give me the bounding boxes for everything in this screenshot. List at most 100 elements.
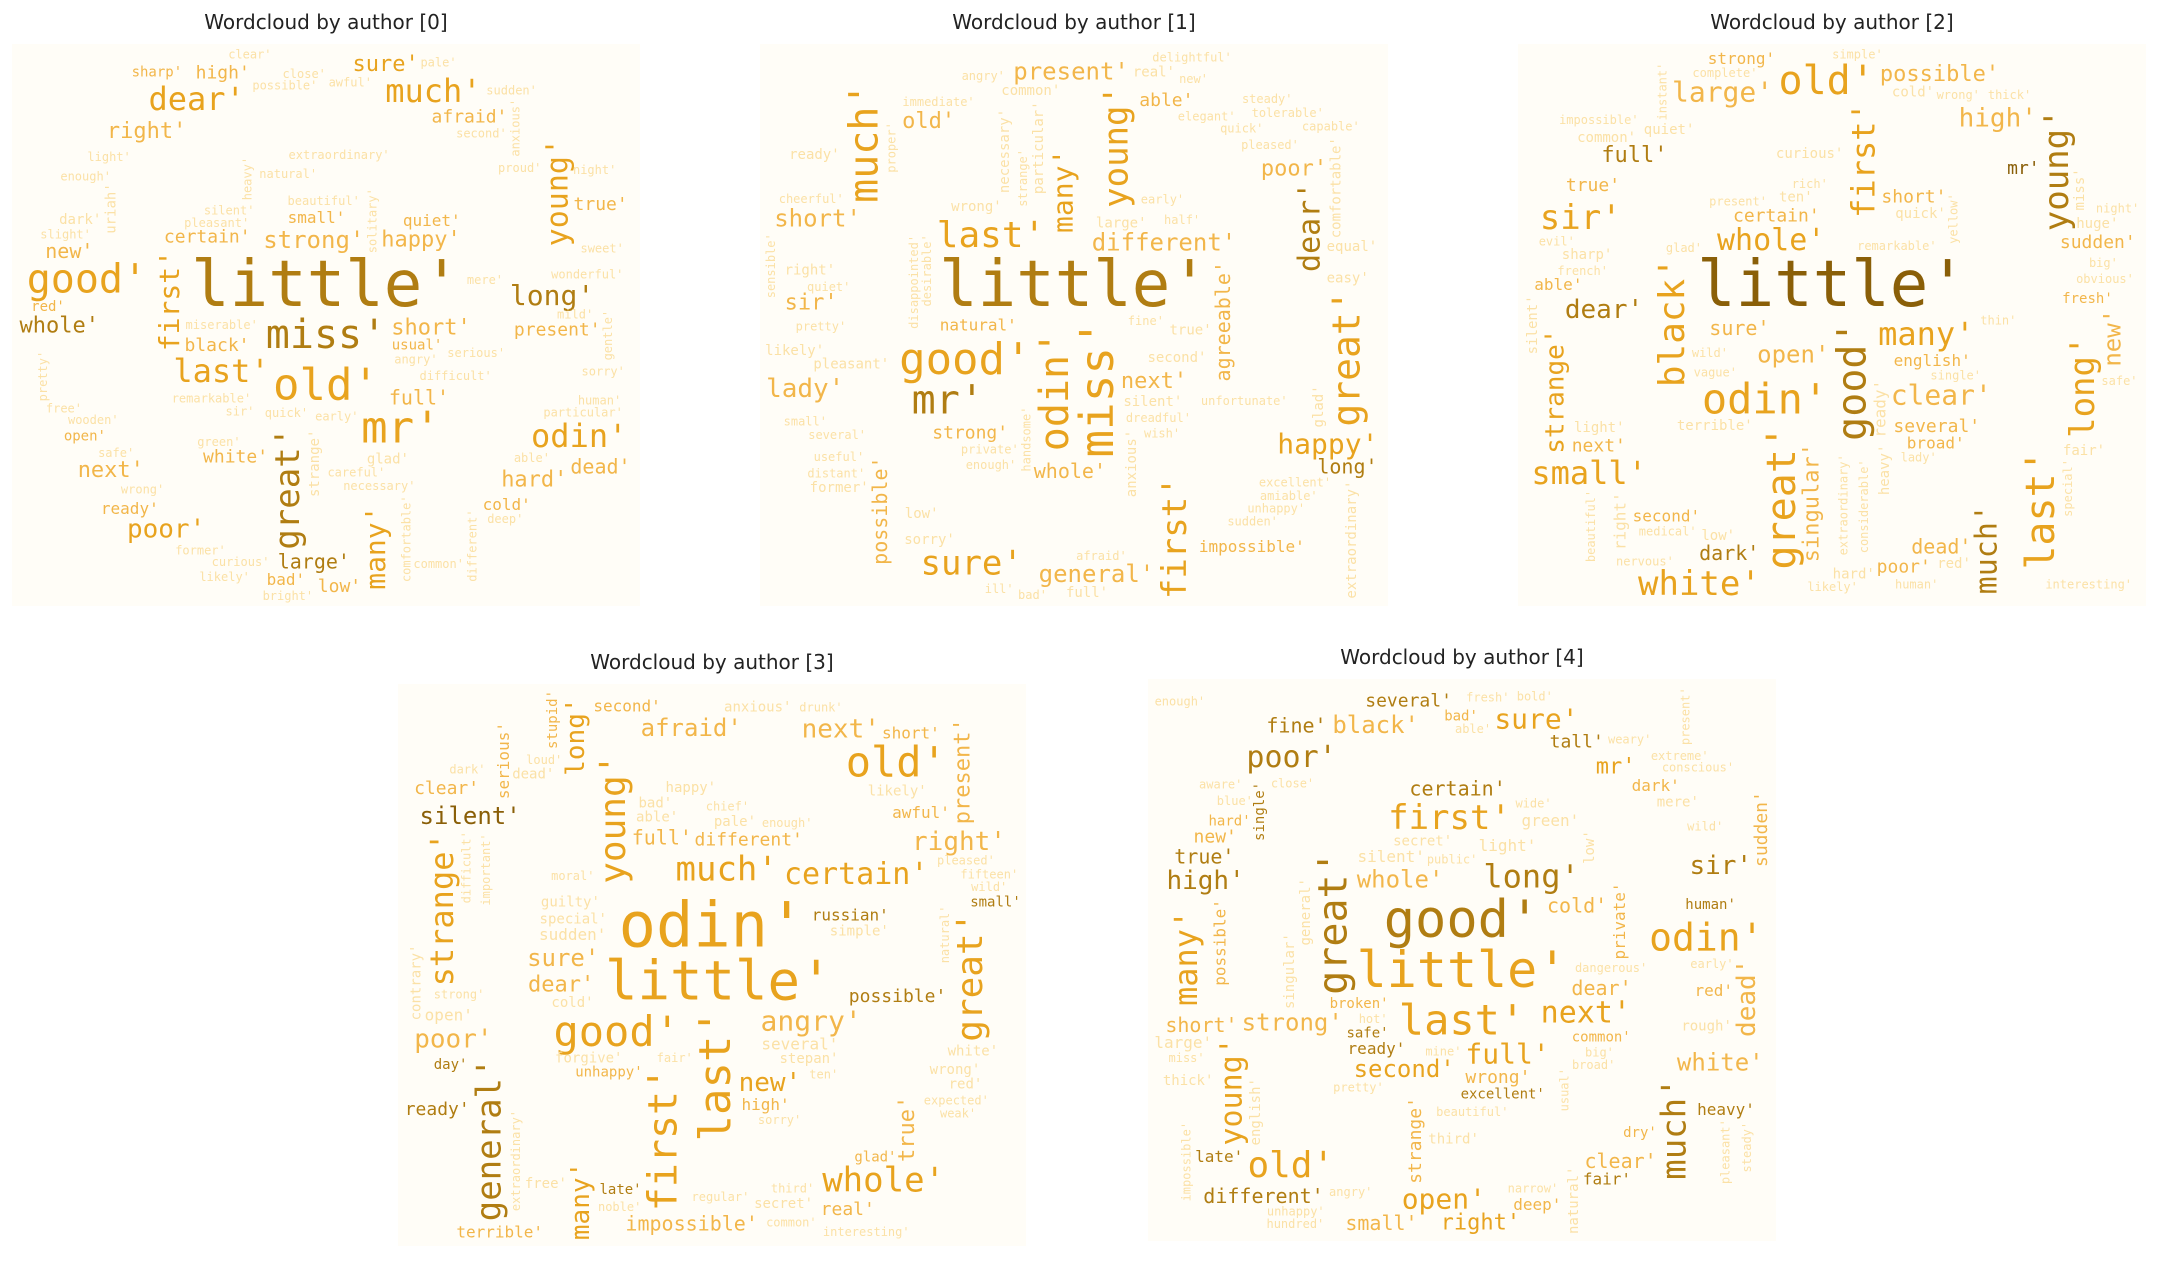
panel-title: Wordcloud by author [4] bbox=[1340, 645, 1584, 669]
panel-title: Wordcloud by author [1] bbox=[952, 10, 1196, 34]
wordcloud-word: natural' bbox=[938, 906, 952, 964]
wordcloud-word: mere' bbox=[1657, 794, 1699, 810]
wordcloud-word: extraordinary' bbox=[289, 148, 390, 162]
wordcloud-word: white' bbox=[948, 1044, 999, 1060]
wordcloud-word: extraordinary' bbox=[1836, 454, 1850, 555]
wordcloud-word: instant' bbox=[1655, 63, 1669, 121]
wordcloud-word: complete' bbox=[1692, 66, 1757, 80]
wordcloud-word: possible' bbox=[849, 986, 947, 1007]
wordcloud-word: next' bbox=[1572, 436, 1626, 457]
wordcloud-word: singular' bbox=[1799, 443, 1824, 562]
wordcloud-word: long' bbox=[561, 697, 591, 775]
wordcloud-word: likely' bbox=[199, 570, 250, 584]
wordcloud-word: miss' bbox=[1169, 1051, 1205, 1065]
wordcloud-word: wrong' bbox=[951, 199, 1002, 215]
wordcloud-word: dark' bbox=[449, 763, 485, 777]
wordcloud-word: full' bbox=[632, 825, 692, 849]
wordcloud-word: last' bbox=[2018, 449, 2064, 569]
wordcloud-word: anxious' bbox=[1124, 430, 1140, 497]
wordcloud-word: narrow' bbox=[1508, 1182, 1559, 1196]
wordcloud-word: former' bbox=[810, 480, 869, 496]
wordcloud-word: high' bbox=[1959, 104, 2037, 134]
wordcloud-word: private' bbox=[961, 443, 1019, 457]
wordcloud-word: dead' bbox=[1732, 959, 1762, 1037]
wordcloud-word: sure' bbox=[353, 52, 419, 77]
wordcloud-word: clear' bbox=[228, 47, 271, 61]
wordcloud-word: light' bbox=[1574, 420, 1625, 436]
wordcloud-word: contrary' bbox=[409, 945, 425, 1021]
wordcloud-word: second' bbox=[1147, 350, 1206, 366]
wordcloud-word: sudden' bbox=[1227, 514, 1278, 528]
wordcloud-word: second' bbox=[593, 696, 660, 715]
wordcloud-word: good' bbox=[553, 1007, 679, 1056]
wordcloud-word: next' bbox=[802, 714, 880, 744]
wordcloud-word: young' bbox=[1097, 85, 1137, 208]
wordcloud-word: dear' bbox=[528, 972, 594, 997]
wordcloud-word: sure' bbox=[527, 944, 599, 972]
wordcloud-word: human' bbox=[1685, 897, 1736, 913]
wordcloud-word: quick' bbox=[1895, 206, 1946, 222]
panel-title: Wordcloud by author [0] bbox=[204, 10, 448, 34]
wordcloud-word: black' bbox=[1652, 257, 1693, 387]
wordcloud-word: ten' bbox=[1779, 190, 1813, 206]
panel-title: Wordcloud by author [2] bbox=[1710, 10, 1954, 34]
wordcloud-word: evil' bbox=[1539, 234, 1575, 248]
wordcloud-word: light' bbox=[87, 150, 130, 164]
wordcloud-word: true' bbox=[895, 1096, 920, 1162]
wordcloud-word: impossible' bbox=[625, 1212, 757, 1236]
wordcloud-word: ready' bbox=[1348, 1039, 1406, 1058]
wordcloud-word: wonderful' bbox=[551, 267, 623, 281]
wordcloud-word: wide' bbox=[1515, 796, 1551, 810]
wordcloud-word: small' bbox=[970, 894, 1021, 910]
wordcloud-word: young' bbox=[541, 138, 576, 246]
wordcloud-word: true' bbox=[1174, 844, 1234, 868]
wordcloud-word: fresh' bbox=[1466, 691, 1509, 705]
wordcloud-word: unfortunate' bbox=[1201, 394, 1288, 408]
wordcloud-word: interesting' bbox=[823, 1225, 910, 1239]
wordcloud-word: new' bbox=[45, 239, 93, 263]
wordcloud-word: small' bbox=[288, 208, 346, 227]
wordcloud-word: cheerful' bbox=[779, 192, 844, 206]
wordcloud-word: new' bbox=[2099, 309, 2127, 367]
wordcloud-word: angry' bbox=[962, 69, 1005, 83]
wordcloud-word: green' bbox=[197, 435, 240, 449]
wordcloud-word: dangerous' bbox=[1575, 961, 1647, 975]
wordcloud-word: good' bbox=[1829, 320, 1875, 440]
wordcloud-word: poor' bbox=[1261, 156, 1327, 181]
wordcloud-word: miserable' bbox=[186, 318, 258, 332]
wordcloud-word: first' bbox=[640, 1067, 686, 1212]
wordcloud-word: present' bbox=[1679, 687, 1693, 745]
wordcloud-word: sudden' bbox=[539, 925, 606, 944]
wordcloud-word: sudden' bbox=[486, 83, 537, 97]
wordcloud-word: small' bbox=[1345, 1211, 1417, 1235]
wordcloud-word: low' bbox=[318, 576, 361, 597]
wordcloud-word: thick' bbox=[1163, 1073, 1214, 1089]
wordcloud-word: handsome' bbox=[1020, 407, 1034, 472]
wordcloud-word: public' bbox=[1427, 852, 1478, 866]
wordcloud-word: ready' bbox=[1871, 380, 1890, 438]
wordcloud-word: enough' bbox=[966, 458, 1017, 472]
wordcloud-word: many' bbox=[359, 505, 392, 589]
wordcloud-word: extraordinary' bbox=[509, 1110, 523, 1211]
wordcloud-word: second' bbox=[1633, 506, 1700, 525]
wordcloud-word: tall' bbox=[1550, 732, 1604, 753]
wordcloud-word: strange' bbox=[307, 430, 323, 497]
wordcloud-word: beautiful' bbox=[1436, 1105, 1508, 1119]
wordcloud-word: short' bbox=[774, 205, 861, 233]
wordcloud-word: much' bbox=[385, 72, 481, 110]
wordcloud-word: wooden' bbox=[68, 413, 119, 427]
wordcloud-word: many' bbox=[566, 1162, 596, 1240]
wordcloud-word: dead' bbox=[1911, 534, 1971, 558]
wordcloud-word: pretty' bbox=[1333, 1080, 1384, 1094]
wordcloud-word: ready' bbox=[789, 147, 840, 163]
wordcloud-word: delightful' bbox=[1152, 50, 1231, 64]
wordcloud-word: night' bbox=[2096, 202, 2139, 216]
wordcloud-word: odin' bbox=[531, 417, 627, 455]
wordcloud-word: fine' bbox=[1266, 714, 1326, 738]
wordcloud-word: sensible' bbox=[764, 233, 778, 298]
wordcloud-word: sharp' bbox=[1562, 247, 1613, 263]
wordcloud-word: silent' bbox=[204, 203, 255, 217]
wordcloud-word: able' bbox=[636, 810, 678, 826]
wordcloud-word: high' bbox=[196, 63, 250, 84]
wordcloud-word: dear' bbox=[1565, 295, 1643, 325]
